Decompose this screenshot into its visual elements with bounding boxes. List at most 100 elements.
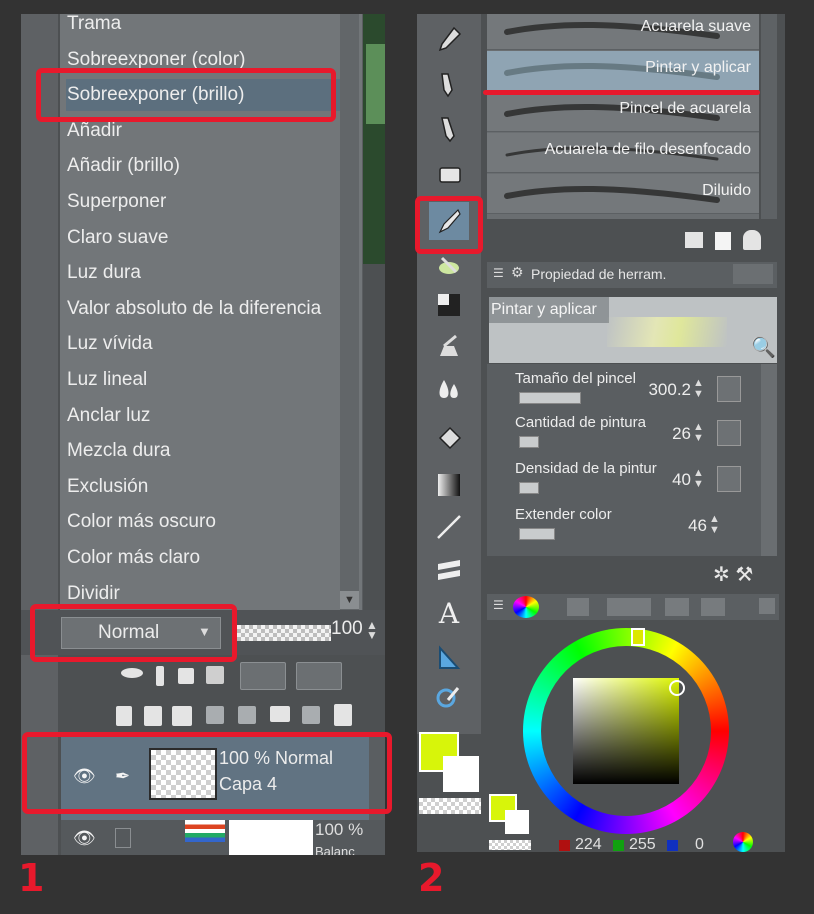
brush-list-scrollbar[interactable]: [761, 14, 777, 219]
color-wheel[interactable]: [523, 628, 729, 834]
panel-menu-icon[interactable]: ☰: [493, 266, 504, 280]
edit-lock-box[interactable]: [115, 828, 131, 848]
merge-down-icon[interactable]: [238, 706, 256, 724]
param-value[interactable]: 46: [688, 516, 707, 536]
lock-icon[interactable]: [178, 668, 194, 684]
blend-menu-item[interactable]: Mezcla dura: [67, 435, 171, 467]
blend-menu-item[interactable]: Luz lineal: [67, 364, 147, 396]
blend-menu-item[interactable]: Superponer: [67, 186, 166, 218]
transparent-small[interactable]: [489, 840, 531, 850]
param-slider[interactable]: [519, 528, 555, 540]
canvas-area-detail: [366, 44, 385, 124]
opacity-value[interactable]: 100: [331, 618, 363, 640]
brush-settings-icon[interactable]: [685, 232, 703, 248]
spin-arrows-icon[interactable]: ▲ ▼: [693, 468, 707, 492]
blend-menu-item[interactable]: Anclar luz: [67, 400, 150, 432]
lock-alpha-icon[interactable]: [206, 666, 224, 684]
param-slider[interactable]: [519, 392, 581, 404]
param-slider[interactable]: [519, 436, 539, 448]
param-value[interactable]: 300.2: [648, 380, 691, 400]
approximate-color-tab-icon[interactable]: [665, 598, 689, 616]
spin-arrows-icon[interactable]: ▲ ▼: [693, 378, 707, 402]
brush-item[interactable]: Acuarela de filo desenfocado: [487, 133, 759, 173]
params-scrollbar[interactable]: [761, 364, 777, 556]
eyedropper-tool-icon[interactable]: [429, 20, 469, 58]
brush-item[interactable]: Pintar y aplicar: [487, 51, 759, 91]
trash-icon[interactable]: [334, 704, 352, 726]
brush-preview: Pintar y aplicar 🔍: [489, 297, 777, 363]
brush-item[interactable]: Diluido: [487, 174, 759, 214]
transparent-color-swatch[interactable]: [419, 798, 481, 814]
ruler-icon[interactable]: [156, 666, 164, 686]
fill-bucket-tool-icon[interactable]: [429, 420, 469, 458]
param-label: Tamaño del pincel: [515, 370, 636, 387]
opacity-spin-icon[interactable]: ▲ ▼: [366, 619, 378, 641]
blend-menu-item[interactable]: Luz vívida: [67, 328, 153, 360]
line-tool-icon[interactable]: [429, 508, 469, 546]
brush-panel-screenshot: A Acuarela suave Pintar y aplicar Pincel d…: [417, 14, 785, 852]
new-folder-icon[interactable]: [172, 706, 192, 726]
blend-menu-item[interactable]: Color más claro: [67, 542, 200, 574]
color-set-tab-icon[interactable]: [567, 598, 589, 616]
blend-menu-item[interactable]: Valor absoluto de la diferencia: [67, 293, 321, 325]
blend-menu-item[interactable]: Color más oscuro: [67, 506, 216, 538]
color-mode-icon[interactable]: [733, 832, 753, 852]
new-raster-layer-icon[interactable]: [116, 706, 132, 726]
tool-settings-icons[interactable]: ✲ ⚒: [713, 562, 753, 587]
param-value[interactable]: 26: [672, 424, 691, 444]
frame-tool-icon[interactable]: [429, 550, 469, 588]
layer-mask-add-icon[interactable]: [270, 706, 290, 722]
intermediate-color-tab-icon[interactable]: [607, 598, 651, 616]
panel-options-icon[interactable]: [759, 598, 775, 614]
layer-mask-icon[interactable]: [121, 668, 143, 678]
transfer-down-icon[interactable]: [206, 706, 224, 724]
correction-tool-icon[interactable]: [429, 678, 469, 716]
blend-menu-item[interactable]: Claro suave: [67, 222, 168, 254]
text-tool-icon[interactable]: A: [429, 594, 469, 632]
apply-mask-icon[interactable]: [302, 706, 320, 724]
blend-menu-item[interactable]: Exclusión: [67, 471, 148, 503]
blend-tool-icon[interactable]: [429, 328, 469, 366]
blend-menu-item[interactable]: Añadir (brillo): [67, 150, 180, 182]
spin-arrows-icon[interactable]: ▲ ▼: [709, 514, 723, 538]
blend-menu-item[interactable]: Luz dura: [67, 257, 141, 289]
color-picker-marker[interactable]: [669, 680, 685, 696]
spin-arrows-icon[interactable]: ▲ ▼: [693, 422, 707, 446]
hue-marker[interactable]: [631, 628, 645, 646]
brush-item[interactable]: Pincel de acuarela: [487, 92, 759, 132]
menu-scrollbar[interactable]: [340, 14, 359, 610]
clip-layer-icon[interactable]: [240, 662, 286, 690]
pressure-graph-icon[interactable]: [717, 376, 741, 402]
gradient-tool-icon[interactable]: [429, 466, 469, 504]
new-brush-icon[interactable]: [715, 232, 731, 250]
pressure-toggle-icon[interactable]: [717, 420, 741, 446]
layer-row[interactable]: 👁 100 % Balanc: [61, 820, 385, 855]
color-history-tab-icon[interactable]: [701, 598, 725, 616]
menu-scroll-down-arrow[interactable]: ▼: [340, 591, 359, 609]
param-slider[interactable]: [519, 482, 539, 494]
blend-menu-item[interactable]: Trama: [67, 14, 121, 40]
sub-tool-detail-icon[interactable]: [733, 264, 773, 284]
sub-color-small[interactable]: [505, 810, 529, 834]
opacity-slider[interactable]: [237, 625, 331, 641]
pressure-toggle-icon[interactable]: [717, 466, 741, 492]
saturation-value-square[interactable]: [573, 678, 679, 784]
color-wheel-tab-icon[interactable]: [513, 596, 539, 618]
reference-layer-icon[interactable]: [296, 662, 342, 690]
gear-icon: ⚙: [511, 264, 524, 280]
param-value[interactable]: 40: [672, 470, 691, 490]
panel-menu-icon[interactable]: ☰: [493, 598, 504, 612]
fill-drop-tool-icon[interactable]: [429, 370, 469, 408]
pencil-tool-icon[interactable]: [429, 110, 469, 148]
pen-tool-icon[interactable]: [429, 66, 469, 104]
brush-item[interactable]: Acuarela suave: [487, 14, 759, 50]
brush-label: Pintar y aplicar: [645, 59, 751, 76]
sub-color-swatch[interactable]: [443, 756, 479, 792]
trash-icon[interactable]: [743, 230, 761, 250]
magnifier-icon[interactable]: 🔍: [751, 335, 776, 360]
new-vector-layer-icon[interactable]: [144, 706, 162, 726]
decoration-tool-icon[interactable]: [429, 286, 469, 324]
operation-tool-icon[interactable]: [429, 638, 469, 676]
eye-icon[interactable]: 👁: [73, 828, 96, 849]
eraser-tool-icon[interactable]: [429, 156, 469, 194]
